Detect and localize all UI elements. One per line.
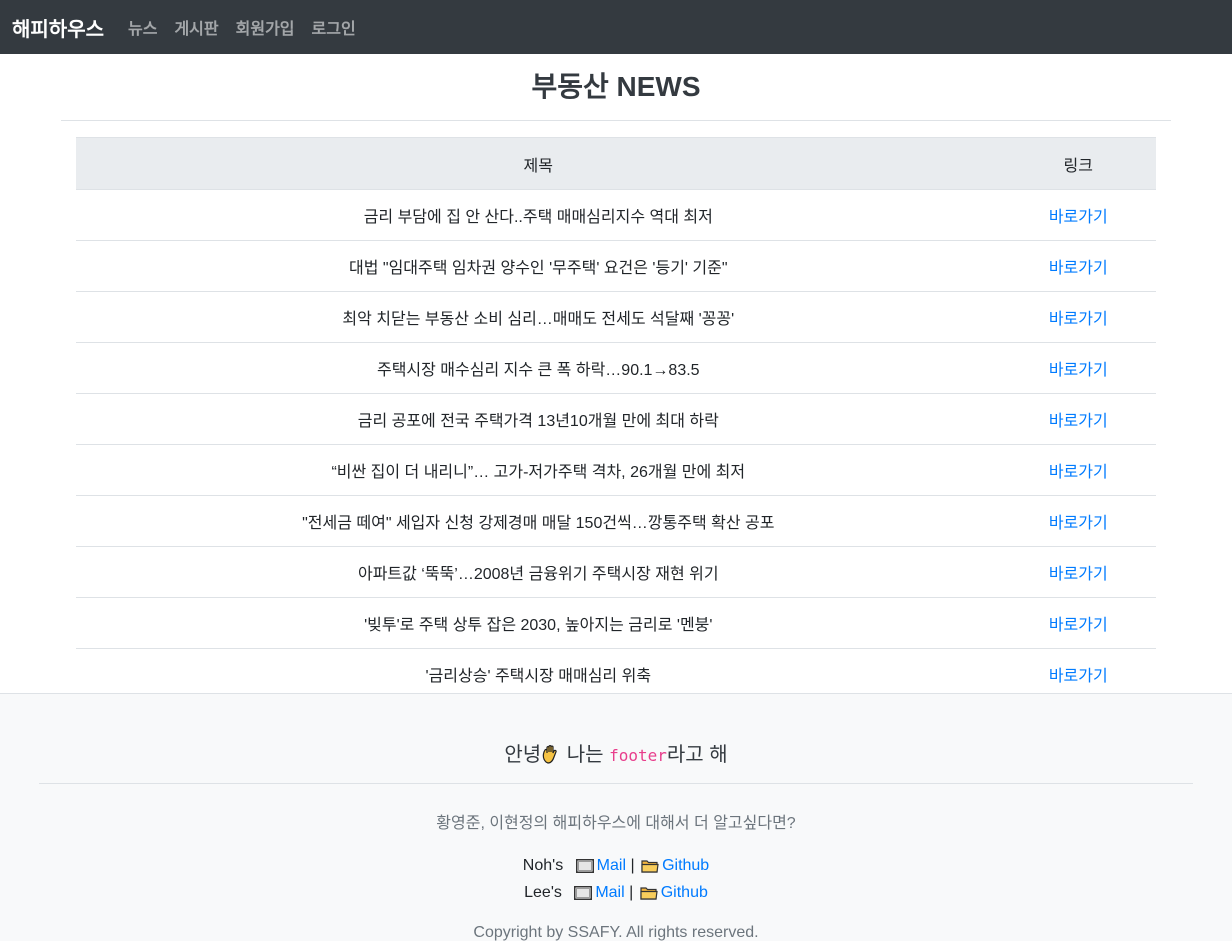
envelope-icon [575, 857, 594, 881]
footer-code: footer [609, 746, 667, 765]
separator: | [629, 884, 634, 901]
nav-login[interactable]: 로그인 [312, 15, 356, 39]
go-link[interactable]: 바로가기 [1049, 464, 1108, 481]
go-link[interactable]: 바로가기 [1049, 617, 1108, 634]
news-title: 아파트값 ‘뚝뚝’…2008년 금융위기 주택시장 재현 위기 [76, 546, 1001, 598]
header-link: 링크 [1000, 137, 1156, 190]
contact-row: Noh's Mail | Github [0, 854, 1232, 881]
table-header-row: 제목 링크 [76, 137, 1156, 190]
contact-owner: Lee's [524, 884, 562, 901]
contact-owner: Noh's [522, 857, 564, 874]
news-title: '빚투'로 주택 상투 잡은 2030, 높아지는 금리로 '멘붕' [76, 597, 1001, 649]
github-link[interactable]: Github [661, 884, 708, 901]
table-row: 금리 공포에 전국 주택가격 13년10개월 만에 최대 하락 바로가기 [76, 393, 1156, 445]
envelope-icon [574, 884, 593, 908]
greeting-mid: 나는 [561, 744, 610, 766]
mail-link[interactable]: Mail [597, 857, 626, 874]
footer-about: 황영준, 이현정의 해피하우스에 대해서 더 알고싶다면? [436, 815, 796, 832]
go-link[interactable]: 바로가기 [1049, 260, 1108, 277]
greeting-hello: 안녕 [504, 744, 542, 766]
go-link[interactable]: 바로가기 [1049, 413, 1108, 430]
go-link[interactable]: 바로가기 [1049, 362, 1108, 379]
news-title: '금리상승' 주택시장 매매심리 위축 [425, 668, 652, 685]
table-row: '빚투'로 주택 상투 잡은 2030, 높아지는 금리로 '멘붕' 바로가기 [76, 597, 1156, 649]
page-title: 부동산 NEWS [531, 71, 701, 102]
news-title: 금리 공포에 전국 주택가격 13년10개월 만에 최대 하락 [76, 393, 1001, 445]
github-link[interactable]: Github [662, 857, 709, 874]
contact-row: Lee's Mail | Github [0, 881, 1232, 908]
page-footer: 안녕 나는 footer라고 해 황영준, 이현정의 해피하우스에 대해서 더 … [0, 693, 1232, 941]
footer-greeting: 안녕 나는 footer라고 해 [0, 742, 1232, 768]
news-title: “비싼 집이 더 내리니”… 고가-저가주택 격차, 26개월 만에 최저 [76, 444, 1001, 496]
nav-signup[interactable]: 회원가입 [236, 15, 295, 39]
folder-icon [641, 857, 659, 881]
top-navbar: 해피하우스 뉴스 게시판 회원가입 로그인 [0, 0, 1232, 54]
brand-logo[interactable]: 해피하우스 [12, 13, 104, 42]
table-row: '금리상승' 주택시장 매매심리 위축 바로가기 [76, 649, 1156, 700]
separator: | [630, 857, 635, 874]
nav-news[interactable]: 뉴스 [128, 15, 157, 39]
table-row: 금리 부담에 집 안 산다..주택 매매심리지수 역대 최저 바로가기 [76, 189, 1156, 241]
main-content: 부동산 NEWS 제목 링크 금리 부담에 집 안 산다..주택 매매심리지수 … [61, 54, 1171, 699]
table-row: “비싼 집이 더 내리니”… 고가-저가주택 격차, 26개월 만에 최저 바로… [76, 444, 1156, 496]
nav-board[interactable]: 게시판 [174, 15, 218, 39]
news-title: 금리 부담에 집 안 산다..주택 매매심리지수 역대 최저 [76, 189, 1001, 241]
news-title: "전세금 떼여" 세입자 신청 강제경매 매달 150건씩…깡통주택 확산 공포 [76, 495, 1001, 547]
go-link[interactable]: 바로가기 [1049, 566, 1108, 583]
waving-hand-icon [541, 744, 561, 764]
table-row: 최악 치닫는 부동산 소비 심리…매매도 전세도 석달째 '꽁꽁' 바로가기 [76, 291, 1156, 343]
table-row: 아파트값 ‘뚝뚝’…2008년 금융위기 주택시장 재현 위기 바로가기 [76, 546, 1156, 598]
news-title: 주택시장 매수심리 지수 큰 폭 하락…90.1→83.5 [76, 342, 1001, 394]
table-row: 대법 "임대주택 임차권 양수인 '무주택' 요건은 '등기' 기준" 바로가기 [76, 240, 1156, 292]
copyright-text: Copyright by SSAFY. All rights reserved. [473, 924, 759, 941]
contact-list: Noh's Mail | Github Lee's Mail | Github [0, 854, 1232, 908]
folder-icon [640, 884, 658, 908]
news-table: 제목 링크 금리 부담에 집 안 산다..주택 매매심리지수 역대 최저 바로가… [76, 137, 1156, 699]
header-title: 제목 [76, 137, 1001, 190]
greeting-end: 라고 해 [666, 744, 728, 766]
news-title: 대법 "임대주택 임차권 양수인 '무주택' 요건은 '등기' 기준" [76, 240, 1001, 292]
table-row: 주택시장 매수심리 지수 큰 폭 하락…90.1→83.5 바로가기 [76, 342, 1156, 394]
footer-divider [39, 783, 1193, 784]
go-link[interactable]: 바로가기 [1049, 311, 1108, 328]
go-link[interactable]: 바로가기 [1049, 209, 1108, 226]
news-title: 최악 치닫는 부동산 소비 심리…매매도 전세도 석달째 '꽁꽁' [76, 291, 1001, 343]
go-link[interactable]: 바로가기 [1049, 515, 1108, 532]
table-row: "전세금 떼여" 세입자 신청 강제경매 매달 150건씩…깡통주택 확산 공포… [76, 495, 1156, 547]
go-link[interactable]: 바로가기 [1049, 668, 1108, 685]
title-divider [61, 120, 1171, 121]
mail-link[interactable]: Mail [595, 884, 624, 901]
